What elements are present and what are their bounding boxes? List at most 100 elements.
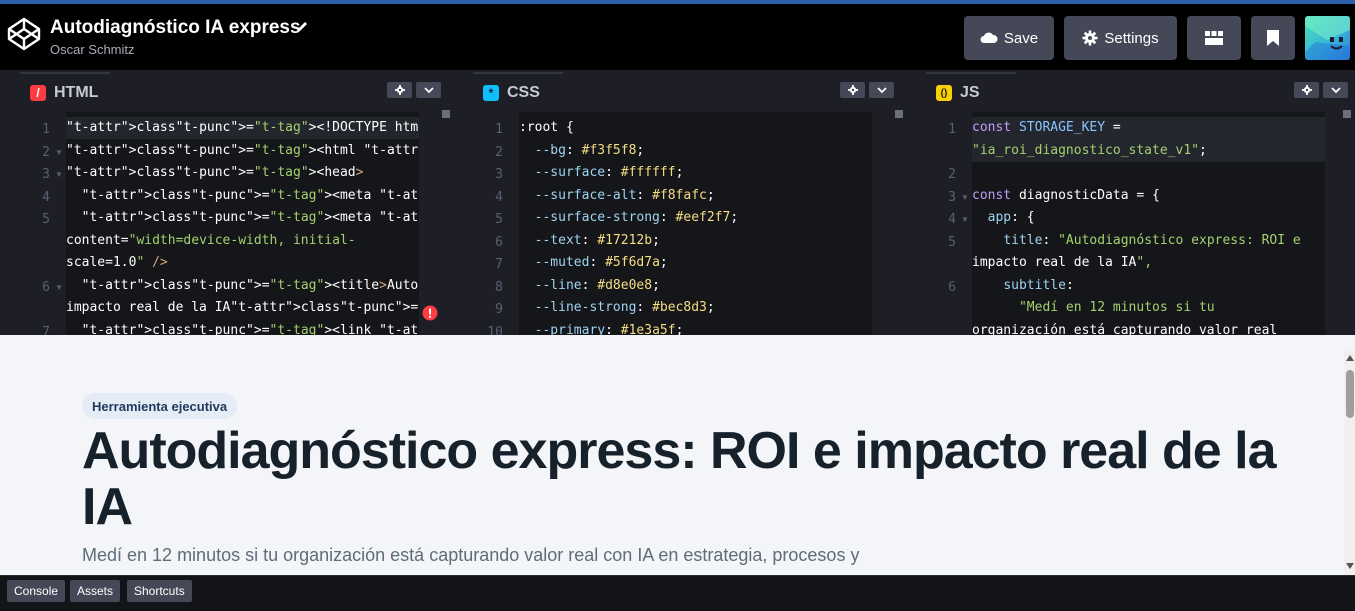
preview-frame: Herramienta ejecutiva Autodiagnóstico ex… <box>0 335 1355 575</box>
code-line: --primary: #1e3a5f; <box>534 322 684 336</box>
line-number: 1 <box>42 122 50 137</box>
code-line: "ia_roi_diagnostico_state_v1"; <box>972 142 1207 158</box>
preview-subtitle: Medí en 12 minutos si tu organización es… <box>82 545 860 565</box>
pen-title[interactable]: Autodiagnóstico IA express <box>50 17 301 39</box>
save-button[interactable]: Save <box>964 16 1054 60</box>
code-line: impacto real de la IA", <box>972 255 1153 270</box>
avatar-face-icon <box>1305 16 1350 60</box>
html-scrollbar-thumb[interactable] <box>442 110 450 118</box>
scroll-up-arrow-icon[interactable] <box>1346 355 1354 361</box>
editor-header: Autodiagnóstico IA express Oscar Schmitz… <box>0 4 1355 70</box>
chevron-down-icon <box>876 86 887 93</box>
css-editor-label: CSS <box>507 84 540 101</box>
line-number: 1 <box>495 122 503 137</box>
js-collapse-button[interactable] <box>1323 82 1348 98</box>
line-number: 6 <box>495 234 503 250</box>
preview-scrollbar-thumb[interactable] <box>1346 370 1354 418</box>
html-slash-icon: / <box>30 85 46 101</box>
code-line: --line-strong: #bec8d3; <box>534 300 715 315</box>
line-number: 5 <box>42 212 50 227</box>
code-line: --surface: #ffffff; <box>534 165 684 180</box>
scroll-down-arrow-icon[interactable] <box>1346 563 1354 569</box>
css-code-area[interactable]: :root { --bg: #f3f5f8; --surface: #fffff… <box>519 112 872 335</box>
code-line: const STORAGE_KEY = <box>972 120 1121 135</box>
line-number: 2 <box>42 144 50 160</box>
pen-author[interactable]: Oscar Schmitz <box>50 42 135 57</box>
code-line: title: "Autodiagnóstico express: ROI e <box>1003 232 1301 248</box>
edit-pencil-icon[interactable] <box>295 20 309 34</box>
user-avatar[interactable] <box>1305 16 1350 60</box>
fold-arrow-icon[interactable]: ▼ <box>961 215 969 224</box>
fold-arrow-icon[interactable]: ▼ <box>55 170 63 179</box>
line-number: 9 <box>495 302 503 317</box>
line-number: 4 <box>42 189 50 205</box>
code-line: --muted: #5f6d7a; <box>534 255 668 270</box>
line-number: 6 <box>42 279 50 295</box>
fold-arrow-icon[interactable]: ▼ <box>55 148 63 157</box>
css-settings-button[interactable] <box>840 82 865 98</box>
code-line: const diagnosticData = { <box>972 187 1160 203</box>
console-button[interactable]: Console <box>7 580 66 602</box>
line-number: 4 <box>495 189 503 205</box>
line-number: 7 <box>495 257 503 272</box>
error-indicator-icon[interactable] <box>422 305 438 321</box>
bookmark-button[interactable] <box>1251 16 1295 60</box>
css-scrollbar-thumb[interactable] <box>895 110 903 118</box>
code-line: app: { <box>987 210 1035 225</box>
css-collapse-button[interactable] <box>869 82 894 98</box>
code-line: scale=1.0" /> <box>66 255 168 270</box>
code-line: --surface-strong: #eef2f7; <box>534 210 739 225</box>
html-collapse-button[interactable] <box>416 82 441 98</box>
html-code-area[interactable]: "t-attr">class"t-punc">="t-tag"><!DOCTYP… <box>66 112 419 335</box>
css-editor-pane: * CSS 1 2 3 4 5 6 7 8 9 10 :root { --bg: #f3f5f8;… <box>469 70 907 340</box>
shortcuts-button[interactable]: Shortcuts <box>127 580 192 602</box>
line-number: 1 <box>948 122 956 137</box>
code-line: organización está capturando valor real <box>972 322 1278 336</box>
line-number: 5 <box>495 212 503 227</box>
footer-bar: Console Assets Shortcuts <box>0 575 1355 611</box>
html-settings-button[interactable] <box>387 82 412 98</box>
bookmark-icon <box>1267 30 1279 46</box>
js-editor-pane: () JS 1 2 3 4 5 6 ▼ ▼ const STORAGE_KEY = "ia_ro… <box>922 70 1355 335</box>
chevron-down-icon <box>423 86 434 93</box>
css-line-gutter: 1 2 3 4 5 6 7 8 9 10 <box>469 112 519 340</box>
settings-label: Settings <box>1104 29 1159 47</box>
js-code-area[interactable]: const STORAGE_KEY = "ia_roi_diagnostico_s… <box>972 112 1325 335</box>
codepen-logo-icon[interactable] <box>6 16 42 52</box>
code-line: --bg: #f3f5f8; <box>534 142 645 158</box>
cloud-icon <box>980 32 998 43</box>
html-line-gutter: 1 2 3 4 5 6 7 ▼ ▼ ▼ <box>16 112 66 340</box>
gear-icon <box>1082 30 1098 46</box>
line-number: 2 <box>948 167 956 182</box>
code-line: content="width=device-width, initial- <box>66 232 356 248</box>
js-settings-button[interactable] <box>1294 82 1319 98</box>
fold-arrow-icon[interactable]: ▼ <box>55 283 63 292</box>
change-view-button[interactable] <box>1187 16 1241 60</box>
line-number: 4 <box>948 212 956 227</box>
js-line-gutter: 1 2 3 4 5 6 ▼ ▼ <box>922 112 972 335</box>
js-editor-label: JS <box>960 84 980 101</box>
chevron-down-icon <box>1330 86 1341 93</box>
js-editor-tab[interactable]: () JS <box>926 72 1016 112</box>
line-number: 8 <box>495 279 503 295</box>
code-line: --surface-alt: #f8fafc; <box>534 187 715 203</box>
settings-button[interactable]: Settings <box>1064 16 1177 60</box>
preview-scrollbar[interactable] <box>1344 351 1355 575</box>
line-number: 3 <box>42 167 50 182</box>
line-number: 3 <box>948 189 956 205</box>
code-line: "t-attr">class"t-punc">="t-tag"><link "t… <box>81 322 419 336</box>
fold-arrow-icon[interactable]: ▼ <box>961 193 969 202</box>
line-number: 3 <box>495 167 503 182</box>
code-line: "t-attr">class"t-punc">="t-tag"><meta "t… <box>81 187 419 203</box>
code-line: "t-attr">class"t-punc">="t-tag"><html "t… <box>66 142 419 158</box>
tool-badge: Herramienta ejecutiva <box>82 393 238 419</box>
css-editor-tab[interactable]: * CSS <box>473 72 563 112</box>
code-line: :root { <box>519 120 574 135</box>
code-line: "Medí en 12 minutos si tu <box>1018 300 1215 315</box>
html-editor-tab[interactable]: / HTML <box>20 72 110 112</box>
code-line: "t-attr">class"t-punc">="t-tag"><!DOCTYP… <box>66 120 419 135</box>
code-line: "t-attr">class"t-punc">="t-tag"><meta "t… <box>81 210 419 225</box>
js-scrollbar-thumb[interactable] <box>1343 110 1351 118</box>
line-number: 6 <box>948 279 956 295</box>
assets-button[interactable]: Assets <box>70 580 121 602</box>
